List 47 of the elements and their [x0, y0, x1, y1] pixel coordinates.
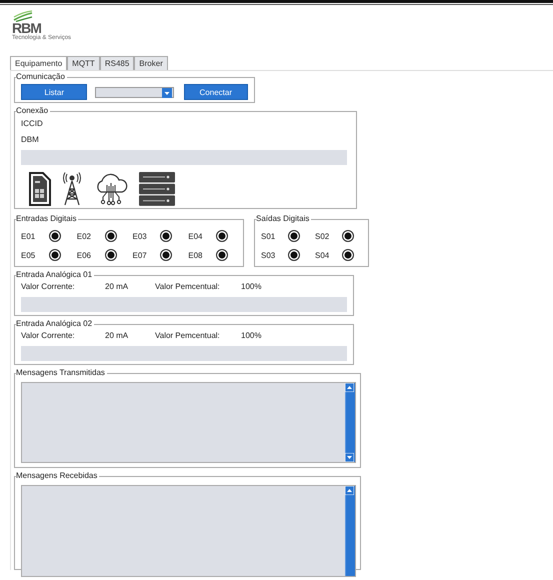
value-label: Valor Corrente:	[21, 282, 76, 291]
group-title: Saídas Digitais	[256, 214, 312, 224]
group-title: Mensagens Recebidas	[16, 471, 100, 481]
io-label: E06	[76, 250, 92, 260]
value-label: Valor Corrente:	[21, 331, 76, 340]
io-label: S01	[261, 232, 276, 240]
io-label: S02	[315, 232, 330, 240]
percent-value: 100%	[241, 331, 262, 340]
tab[interactable]: Equipamento	[10, 56, 68, 70]
io-label: S04	[315, 250, 330, 260]
server-rack-icon	[139, 172, 175, 206]
message-area[interactable]	[21, 382, 356, 463]
io-label: E01	[21, 232, 36, 240]
scroll-up-icon	[345, 486, 354, 495]
value-label: Valor Pemcentual:	[155, 331, 221, 340]
message-area[interactable]	[21, 485, 356, 577]
current-value: 20 mA	[105, 282, 130, 291]
percent-value: 100%	[241, 282, 262, 291]
io-label: S03	[261, 250, 276, 260]
current-value: 20 mA	[105, 331, 130, 340]
antenna-tower-icon	[61, 172, 83, 206]
io-label: E03	[132, 232, 148, 240]
info-label: ICCID	[21, 118, 44, 130]
scroll-up-icon	[345, 383, 354, 392]
tab[interactable]: Broker	[134, 56, 168, 70]
list-button[interactable]: Listar	[21, 84, 88, 100]
group-title: Comunicação	[16, 72, 67, 82]
port-dropdown[interactable]	[95, 86, 174, 98]
io-label: E07	[132, 250, 148, 260]
tab[interactable]: RS485	[100, 56, 134, 70]
sim-card-icon	[27, 172, 51, 206]
logo-text: RBM	[12, 22, 41, 35]
group-title: Entradas Digitais	[16, 214, 78, 224]
io-label: E02	[76, 232, 92, 240]
io-label: E05	[21, 250, 36, 260]
connect-button[interactable]: Conectar	[184, 84, 248, 100]
group-title: Entrada Analógica 02	[16, 319, 94, 329]
info-label: DBM	[21, 134, 40, 146]
group-title: Conexão	[16, 106, 50, 116]
value-label: Valor Pemcentual:	[155, 282, 221, 291]
io-label: E08	[188, 250, 204, 260]
io-label: E04	[188, 232, 204, 240]
group-title: Entrada Analógica 01	[16, 270, 94, 280]
waves-icon	[12, 10, 34, 22]
scroll-down-icon	[345, 453, 354, 462]
group-title: Mensagens Transmitidas	[16, 368, 107, 378]
tab[interactable]: MQTT	[67, 56, 100, 70]
